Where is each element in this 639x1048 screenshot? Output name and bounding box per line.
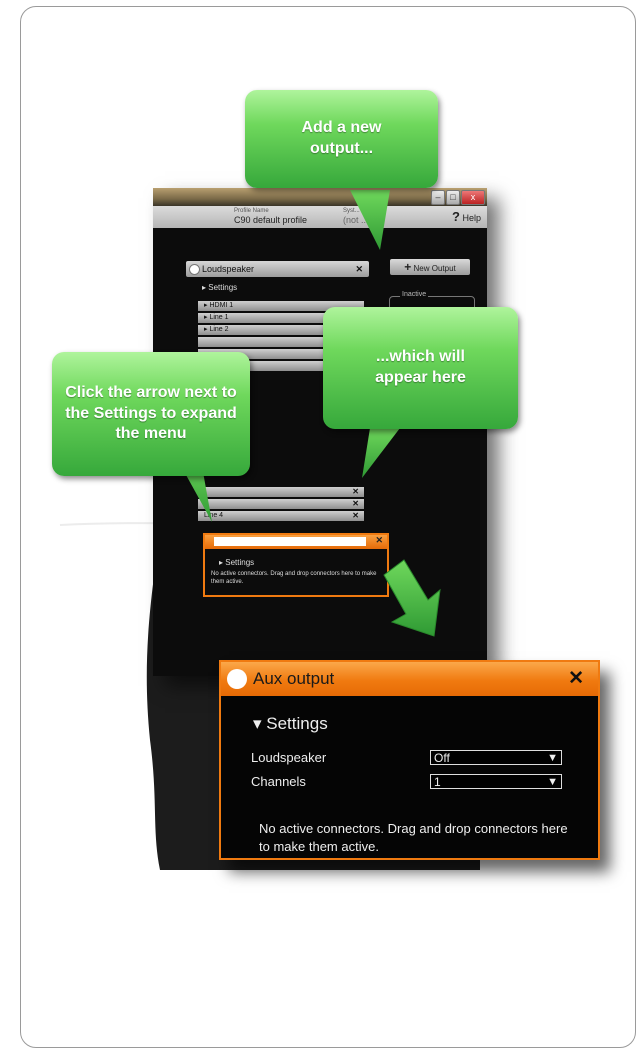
green-arrow-icon [383, 559, 441, 637]
aux-output-panel: Aux output ✕ ▾ Settings Loudspeaker Off … [219, 660, 600, 860]
callout-tail-add [350, 190, 390, 250]
loudspeaker-select[interactable]: Off ▼ [430, 750, 562, 765]
output-indicator-icon [227, 669, 247, 689]
callout-click-arrow-text: Click the arrow next to the Settings to … [65, 383, 237, 443]
callout-appear-here: ...which will appear here [323, 307, 518, 429]
dropdown-arrow-icon: ▼ [547, 776, 558, 788]
empty-connectors-message: No active connectors. Drag and drop conn… [259, 821, 568, 854]
channels-label: Channels [251, 774, 306, 789]
callout-add-output-text: Add a new output... [301, 119, 382, 157]
callout-appear-here-text: ...which will appear here [375, 348, 466, 386]
loudspeaker-select-value: Off [434, 751, 450, 765]
loudspeaker-label: Loudspeaker [251, 750, 327, 765]
callout-click-arrow: Click the arrow next to the Settings to … [52, 352, 250, 476]
callout-tail-appear [362, 428, 400, 478]
channels-select[interactable]: 1 ▼ [430, 774, 562, 789]
callout-add-output: Add a new output... [245, 90, 438, 188]
dropdown-arrow-icon: ▼ [547, 752, 558, 764]
aux-settings-label: Settings [266, 714, 328, 733]
aux-output-header: Aux output ✕ [221, 662, 598, 696]
channels-select-value: 1 [434, 775, 441, 789]
close-icon[interactable]: ✕ [568, 667, 584, 690]
aux-settings-toggle[interactable]: ▾ Settings [253, 714, 328, 734]
aux-output-title[interactable]: Aux output [253, 669, 334, 689]
